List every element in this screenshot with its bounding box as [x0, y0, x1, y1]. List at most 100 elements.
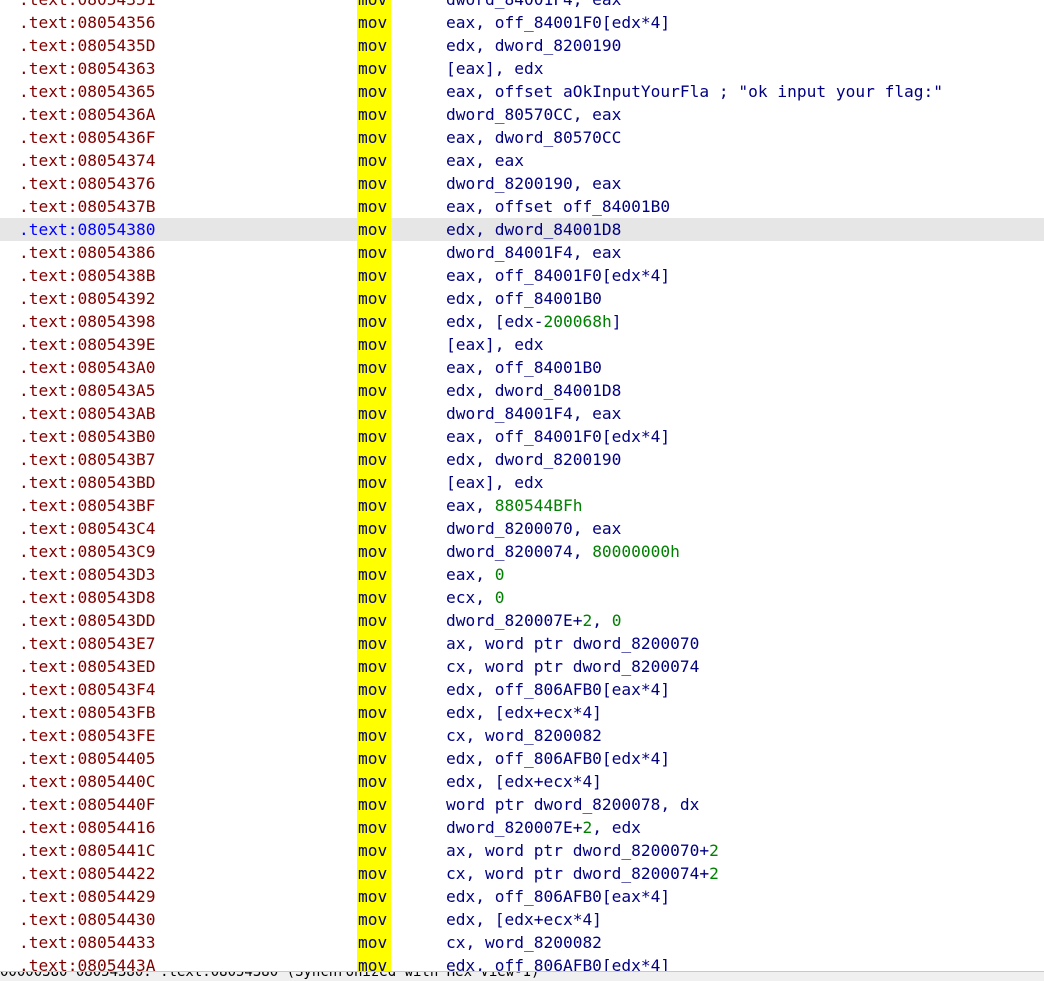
disasm-line[interactable]: .text:080543ED mov cx, word ptr dword_8200…: [0, 655, 1044, 678]
instruction-operands[interactable]: dword_820007E+2, 0: [446, 609, 621, 632]
line-address[interactable]: .text:080543DD: [19, 609, 155, 632]
instruction-mnemonic[interactable]: mov: [358, 632, 387, 655]
instruction-operands[interactable]: edx, dword_84001D8: [446, 218, 621, 241]
instruction-operands[interactable]: cx, word_8200082: [446, 931, 602, 954]
instruction-mnemonic[interactable]: mov: [358, 517, 387, 540]
disasm-line[interactable]: .text:0805437B mov eax, offset off_84001B0: [0, 195, 1044, 218]
disasm-line[interactable]: .text:08054416 mov dword_820007E+2, edx: [0, 816, 1044, 839]
disasm-line[interactable]: .text:080543A5 mov edx, dword_84001D8: [0, 379, 1044, 402]
instruction-operands[interactable]: edx, off_806AFB0[eax*4]: [446, 885, 670, 908]
line-address[interactable]: .text:080543D8: [19, 586, 155, 609]
line-address[interactable]: .text:08054422: [19, 862, 155, 885]
instruction-mnemonic[interactable]: mov: [358, 0, 387, 11]
line-address[interactable]: .text:080543D3: [19, 563, 155, 586]
line-address[interactable]: .text:080543C9: [19, 540, 155, 563]
disasm-line[interactable]: .text:0805436A mov dword_80570CC, eax: [0, 103, 1044, 126]
line-address[interactable]: .text:0805438B: [19, 264, 155, 287]
line-address[interactable]: .text:08054380: [19, 218, 155, 241]
instruction-mnemonic[interactable]: mov: [358, 954, 387, 971]
disasm-line[interactable]: .text:08054351 mov dword_84001F4, eax: [0, 0, 1044, 11]
disasm-line[interactable]: .text:0805443A mov edx, off_806AFB0[edx*4]: [0, 954, 1044, 971]
line-address[interactable]: .text:08054430: [19, 908, 155, 931]
instruction-mnemonic[interactable]: mov: [358, 678, 387, 701]
instruction-operands[interactable]: word ptr dword_8200078, dx: [446, 793, 699, 816]
instruction-operands[interactable]: edx, off_806AFB0[eax*4]: [446, 678, 670, 701]
instruction-operands[interactable]: eax, off_84001F0[edx*4]: [446, 11, 670, 34]
instruction-mnemonic[interactable]: mov: [358, 586, 387, 609]
disasm-line[interactable]: .text:080543FE mov cx, word_8200082: [0, 724, 1044, 747]
disasm-line[interactable]: .text:08054430 mov edx, [edx+ecx*4]: [0, 908, 1044, 931]
disasm-line[interactable]: .text:08054365 mov eax, offset aOkInputYou…: [0, 80, 1044, 103]
instruction-mnemonic[interactable]: mov: [358, 34, 387, 57]
disasm-line[interactable]: .text:080543B7 mov edx, dword_8200190: [0, 448, 1044, 471]
instruction-mnemonic[interactable]: mov: [358, 379, 387, 402]
instruction-mnemonic[interactable]: mov: [358, 218, 387, 241]
line-address[interactable]: .text:080543A5: [19, 379, 155, 402]
line-address[interactable]: .text:0805437B: [19, 195, 155, 218]
instruction-operands[interactable]: edx, off_84001B0: [446, 287, 602, 310]
disasm-line[interactable]: .text:080543BF mov eax, 880544BFh: [0, 494, 1044, 517]
instruction-mnemonic[interactable]: mov: [358, 11, 387, 34]
disasm-line[interactable]: .text:080543E7 mov ax, word ptr dword_8200…: [0, 632, 1044, 655]
disasm-line[interactable]: .text:08054398 mov edx, [edx-200068h]: [0, 310, 1044, 333]
line-address[interactable]: .text:08054351: [19, 0, 155, 11]
instruction-mnemonic[interactable]: mov: [358, 333, 387, 356]
disasm-line[interactable]: .text:080543A0 mov eax, off_84001B0: [0, 356, 1044, 379]
instruction-mnemonic[interactable]: mov: [358, 770, 387, 793]
line-address[interactable]: .text:08054398: [19, 310, 155, 333]
instruction-operands[interactable]: eax, eax: [446, 149, 524, 172]
instruction-mnemonic[interactable]: mov: [358, 931, 387, 954]
disasm-line[interactable]: .text:0805436F mov eax, dword_80570CC: [0, 126, 1044, 149]
instruction-operands[interactable]: cx, word ptr dword_8200074: [446, 655, 699, 678]
instruction-operands[interactable]: edx, [edx+ecx*4]: [446, 701, 602, 724]
line-address[interactable]: .text:08054365: [19, 80, 155, 103]
disasm-line[interactable]: .text:08054356 mov eax, off_84001F0[edx*4]: [0, 11, 1044, 34]
line-address[interactable]: .text:08054363: [19, 57, 155, 80]
disasm-line[interactable]: .text:08054380 mov edx, dword_84001D8: [0, 218, 1044, 241]
line-address[interactable]: .text:0805436F: [19, 126, 155, 149]
instruction-mnemonic[interactable]: mov: [358, 149, 387, 172]
line-address[interactable]: .text:08054386: [19, 241, 155, 264]
instruction-operands[interactable]: [eax], edx: [446, 333, 543, 356]
instruction-mnemonic[interactable]: mov: [358, 287, 387, 310]
disasm-line[interactable]: .text:08054376 mov dword_8200190, eax: [0, 172, 1044, 195]
line-address[interactable]: .text:080543A0: [19, 356, 155, 379]
line-address[interactable]: .text:08054416: [19, 816, 155, 839]
line-address[interactable]: .text:08054392: [19, 287, 155, 310]
disasm-line[interactable]: .text:0805435D mov edx, dword_8200190: [0, 34, 1044, 57]
instruction-mnemonic[interactable]: mov: [358, 195, 387, 218]
disasm-line[interactable]: .text:08054422 mov cx, word ptr dword_8200…: [0, 862, 1044, 885]
instruction-operands[interactable]: edx, dword_8200190: [446, 448, 621, 471]
line-address[interactable]: .text:08054376: [19, 172, 155, 195]
instruction-mnemonic[interactable]: mov: [358, 425, 387, 448]
line-address[interactable]: .text:080543FB: [19, 701, 155, 724]
instruction-mnemonic[interactable]: mov: [358, 448, 387, 471]
disasm-line[interactable]: .text:08054374 mov eax, eax: [0, 149, 1044, 172]
line-address[interactable]: .text:0805436A: [19, 103, 155, 126]
line-address[interactable]: .text:08054374: [19, 149, 155, 172]
instruction-mnemonic[interactable]: mov: [358, 885, 387, 908]
instruction-mnemonic[interactable]: mov: [358, 793, 387, 816]
instruction-operands[interactable]: dword_84001F4, eax: [446, 241, 621, 264]
instruction-operands[interactable]: dword_820007E+2, edx: [446, 816, 641, 839]
instruction-mnemonic[interactable]: mov: [358, 701, 387, 724]
line-address[interactable]: .text:0805443A: [19, 954, 155, 971]
instruction-operands[interactable]: dword_84001F4, eax: [446, 402, 621, 425]
instruction-operands[interactable]: eax, offset aOkInputYourFla ; "ok input …: [446, 80, 943, 103]
disasm-line[interactable]: .text:0805440C mov edx, [edx+ecx*4]: [0, 770, 1044, 793]
disasm-line[interactable]: .text:080543DD mov dword_820007E+2, 0: [0, 609, 1044, 632]
instruction-mnemonic[interactable]: mov: [358, 747, 387, 770]
instruction-operands[interactable]: ax, word ptr dword_8200070: [446, 632, 699, 655]
instruction-operands[interactable]: eax, offset off_84001B0: [446, 195, 670, 218]
disasm-line[interactable]: .text:0805438B mov eax, off_84001F0[edx*4]: [0, 264, 1044, 287]
line-address[interactable]: .text:080543BF: [19, 494, 155, 517]
instruction-operands[interactable]: edx, [edx+ecx*4]: [446, 908, 602, 931]
line-address[interactable]: .text:080543E7: [19, 632, 155, 655]
disasm-line[interactable]: .text:080543AB mov dword_84001F4, eax: [0, 402, 1044, 425]
disasm-line[interactable]: .text:080543C4 mov dword_8200070, eax: [0, 517, 1044, 540]
line-address[interactable]: .text:08054356: [19, 11, 155, 34]
instruction-operands[interactable]: eax, dword_80570CC: [446, 126, 621, 149]
instruction-operands[interactable]: dword_8200190, eax: [446, 172, 621, 195]
disasm-line[interactable]: .text:08054405 mov edx, off_806AFB0[edx*4]: [0, 747, 1044, 770]
line-address[interactable]: .text:080543AB: [19, 402, 155, 425]
